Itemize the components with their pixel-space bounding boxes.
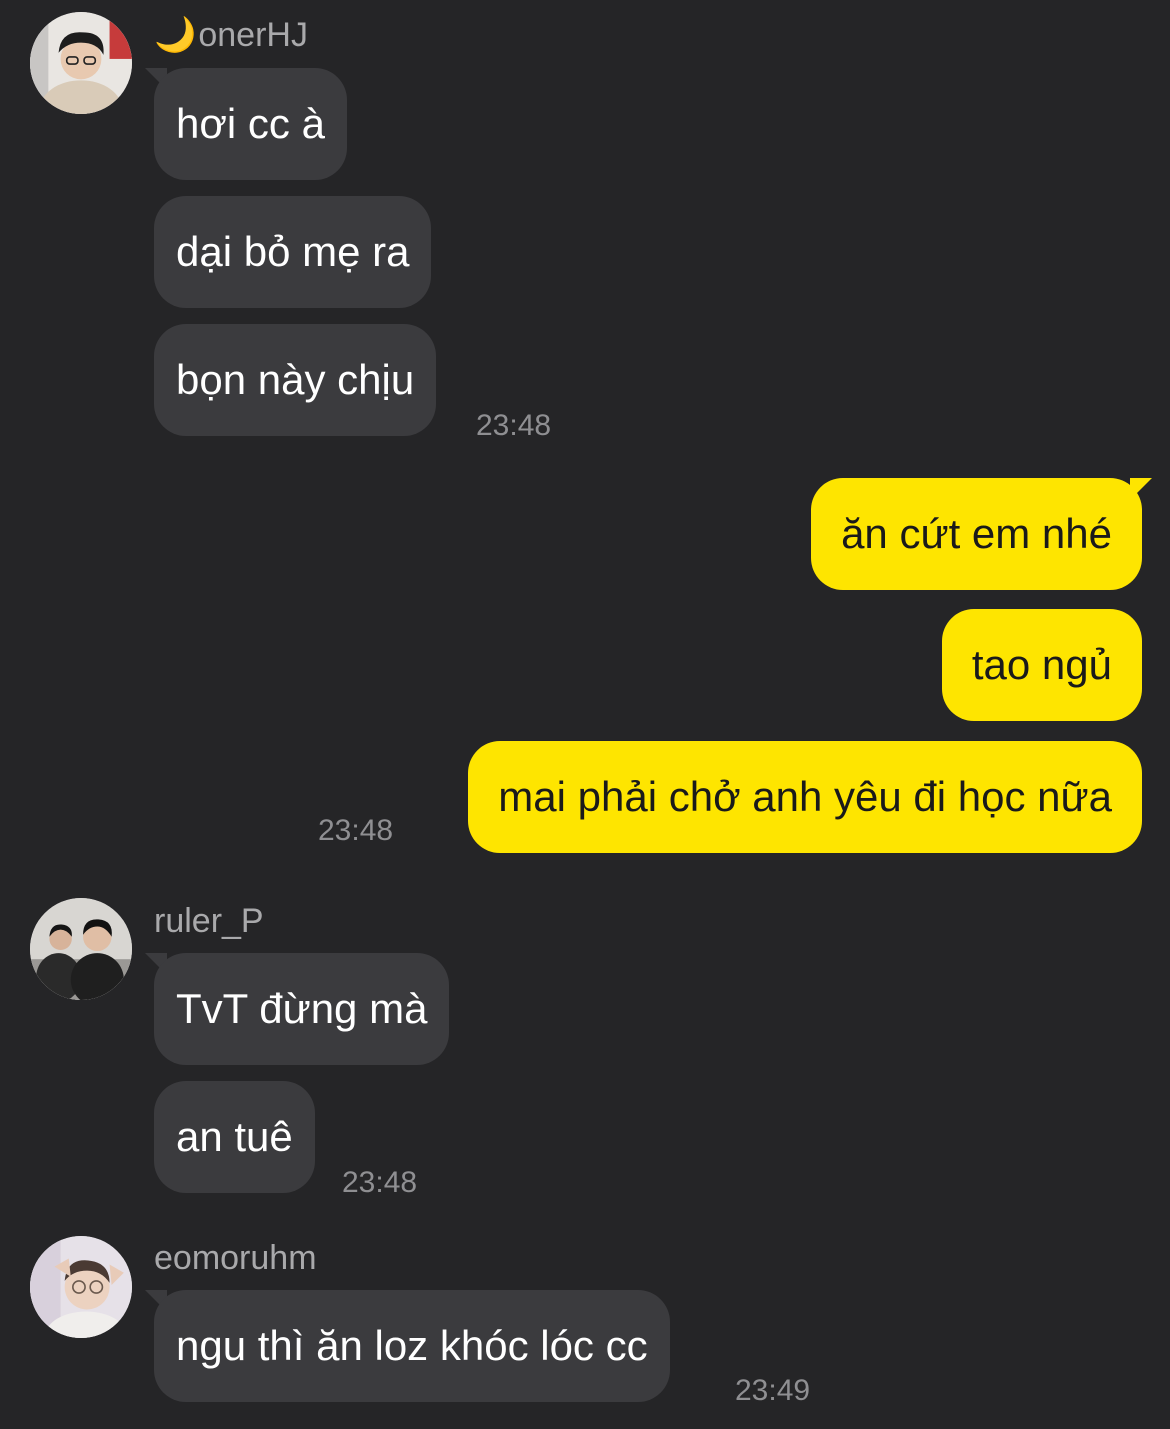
message-text: bọn này chịu (176, 356, 415, 403)
message-text: ăn cứt em nhé (841, 510, 1112, 557)
avatar-ruler-p[interactable] (30, 898, 132, 1000)
message-text: dại bỏ mẹ ra (176, 228, 410, 275)
message-text: hơi cc à (176, 100, 325, 147)
message-timestamp: 23:48 (318, 814, 394, 847)
avatar-image (30, 898, 132, 1000)
message-bubble[interactable]: hơi cc à (154, 68, 347, 180)
message-text: mai phải chở anh yêu đi học nữa (498, 773, 1112, 820)
message-timestamp: 23:49 (735, 1374, 811, 1407)
message-text: ngu thì ăn loz khóc lóc cc (176, 1322, 648, 1369)
sender-name-ruler-p: ruler_P (154, 901, 264, 941)
sender-name-text: onerHJ (198, 16, 308, 54)
message-bubble[interactable]: tao ngủ (941, 609, 1142, 721)
message-text: an tuê (176, 1113, 293, 1160)
sender-name-text: ruler_P (154, 902, 264, 940)
message-bubble[interactable]: mai phải chở anh yêu đi học nữa (468, 741, 1142, 853)
message-timestamp: 23:48 (342, 1166, 418, 1199)
message-bubble[interactable]: bọn này chịu (154, 324, 437, 436)
sender-name-text: eomoruhm (154, 1239, 317, 1277)
message-bubble[interactable]: an tuê (154, 1081, 315, 1193)
message-bubble[interactable]: ngu thì ăn loz khóc lóc cc (154, 1290, 670, 1402)
message-bubble[interactable]: ăn cứt em nhé (811, 478, 1142, 590)
message-text: TvT đừng mà (176, 985, 428, 1032)
avatar-image (30, 1236, 132, 1338)
sender-name-onerhj: 🌙onerHJ (154, 15, 308, 55)
sender-name-eomoruhm: eomoruhm (154, 1238, 317, 1278)
message-bubble[interactable]: TvT đừng mà (154, 953, 450, 1065)
moon-icon: 🌙 (154, 16, 197, 54)
avatar-onerhj[interactable] (30, 12, 132, 114)
message-timestamp: 23:48 (476, 409, 552, 442)
message-text: tao ngủ (971, 641, 1112, 688)
message-bubble[interactable]: dại bỏ mẹ ra (154, 196, 432, 308)
avatar-eomoruhm[interactable] (30, 1236, 132, 1338)
avatar-image (30, 12, 132, 114)
